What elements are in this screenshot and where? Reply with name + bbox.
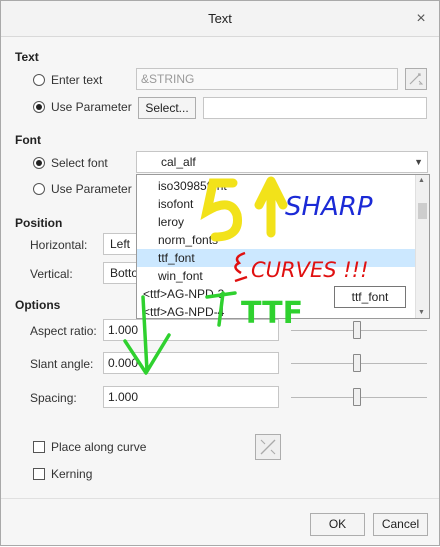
yellow-scribble-five [200,178,243,242]
ttf-annotation: TTF [241,296,303,331]
curves-annotation: CURVES !!! [251,258,369,282]
sharp-annotation: SHARP [285,192,373,222]
green-down-arrow-icon [123,295,171,375]
hand-annotations: SHARP CURVES !!! TTF [123,176,373,375]
text-dialog: Text × Text Enter text &STRING Use Param… [0,0,440,546]
green-stroke [205,291,237,327]
yellow-up-arrow-icon [254,176,288,238]
red-brace-scribble [234,251,248,283]
